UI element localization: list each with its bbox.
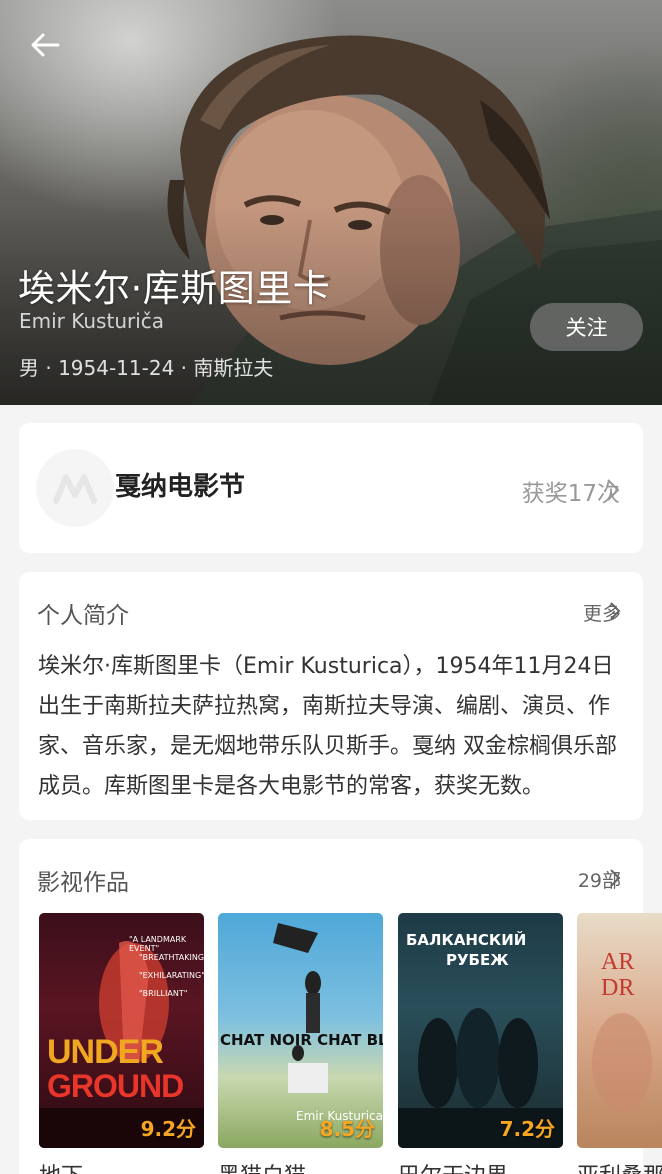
- arrow-left-icon: [31, 33, 60, 57]
- poster-title-text: UNDER: [47, 1033, 164, 1071]
- poster-title-text: GROUND: [47, 1068, 184, 1104]
- work-poster[interactable]: БАЛКАНСКИЙ РУБЕЖ 7.2分: [398, 913, 563, 1148]
- work-score: 8.5分: [319, 1117, 375, 1141]
- chevron-right-icon: [607, 479, 620, 501]
- person-meta: 男 · 1954-11-24 · 南斯拉夫: [19, 356, 274, 380]
- award-festival-title: 戛纳电影节: [115, 472, 246, 502]
- person-name-en: Emir Kusturiča: [19, 309, 165, 333]
- person-name: 埃米尔·库斯图里卡: [18, 267, 331, 310]
- work-title[interactable]: 地下: [39, 1158, 83, 1174]
- poster-title-text: CHAT NOIR CHAT BLANC: [220, 1031, 383, 1049]
- poster-title-text: РУБЕЖ: [446, 951, 509, 969]
- poster-title-text: AR DR: [601, 949, 635, 1001]
- follow-button[interactable]: 关注: [530, 303, 643, 351]
- bio-text: 埃米尔·库斯图里卡（Emir Kusturica），1954年11月24日出生于…: [38, 654, 617, 799]
- work-poster[interactable]: CHAT NOIR CHAT BLANC Emir Kusturica 8.5分: [218, 913, 383, 1148]
- poster-title-text: БАЛКАНСКИЙ: [406, 931, 527, 949]
- work-score: 9.2分: [140, 1117, 196, 1141]
- work-title[interactable]: 黑猫白猫: [218, 1158, 306, 1174]
- festival-logo: [36, 449, 114, 527]
- poster-quote: "EXHILARATING": [139, 971, 204, 980]
- poster-quote: "BREATHTAKING": [139, 953, 204, 962]
- bio-section-title: 个人简介: [37, 603, 129, 629]
- chevron-right-icon: [610, 602, 621, 620]
- work-score: 7.2分: [499, 1117, 555, 1141]
- work-title[interactable]: 巴尔干边界: [398, 1158, 508, 1174]
- work-title[interactable]: 亚利桑那之梦: [577, 1158, 662, 1174]
- back-button[interactable]: [22, 24, 68, 66]
- works-section-title: 影视作品: [37, 870, 129, 896]
- chevron-right-icon: [610, 869, 621, 887]
- festival-logo-icon: [53, 474, 97, 504]
- work-poster[interactable]: "A LANDMARK EVENT" "BREATHTAKING" "EXHIL…: [39, 913, 204, 1148]
- work-poster[interactable]: AR DR: [577, 913, 662, 1148]
- person-detail-page: 埃米尔·库斯图里卡 Emir Kusturiča 男 · 1954-11-24 …: [0, 0, 662, 1174]
- poster-quote: "BRILLIANT": [139, 989, 188, 998]
- poster-quote: "A LANDMARK EVENT": [129, 935, 187, 953]
- hero-banner: 埃米尔·库斯图里卡 Emir Kusturiča 男 · 1954-11-24 …: [0, 0, 662, 405]
